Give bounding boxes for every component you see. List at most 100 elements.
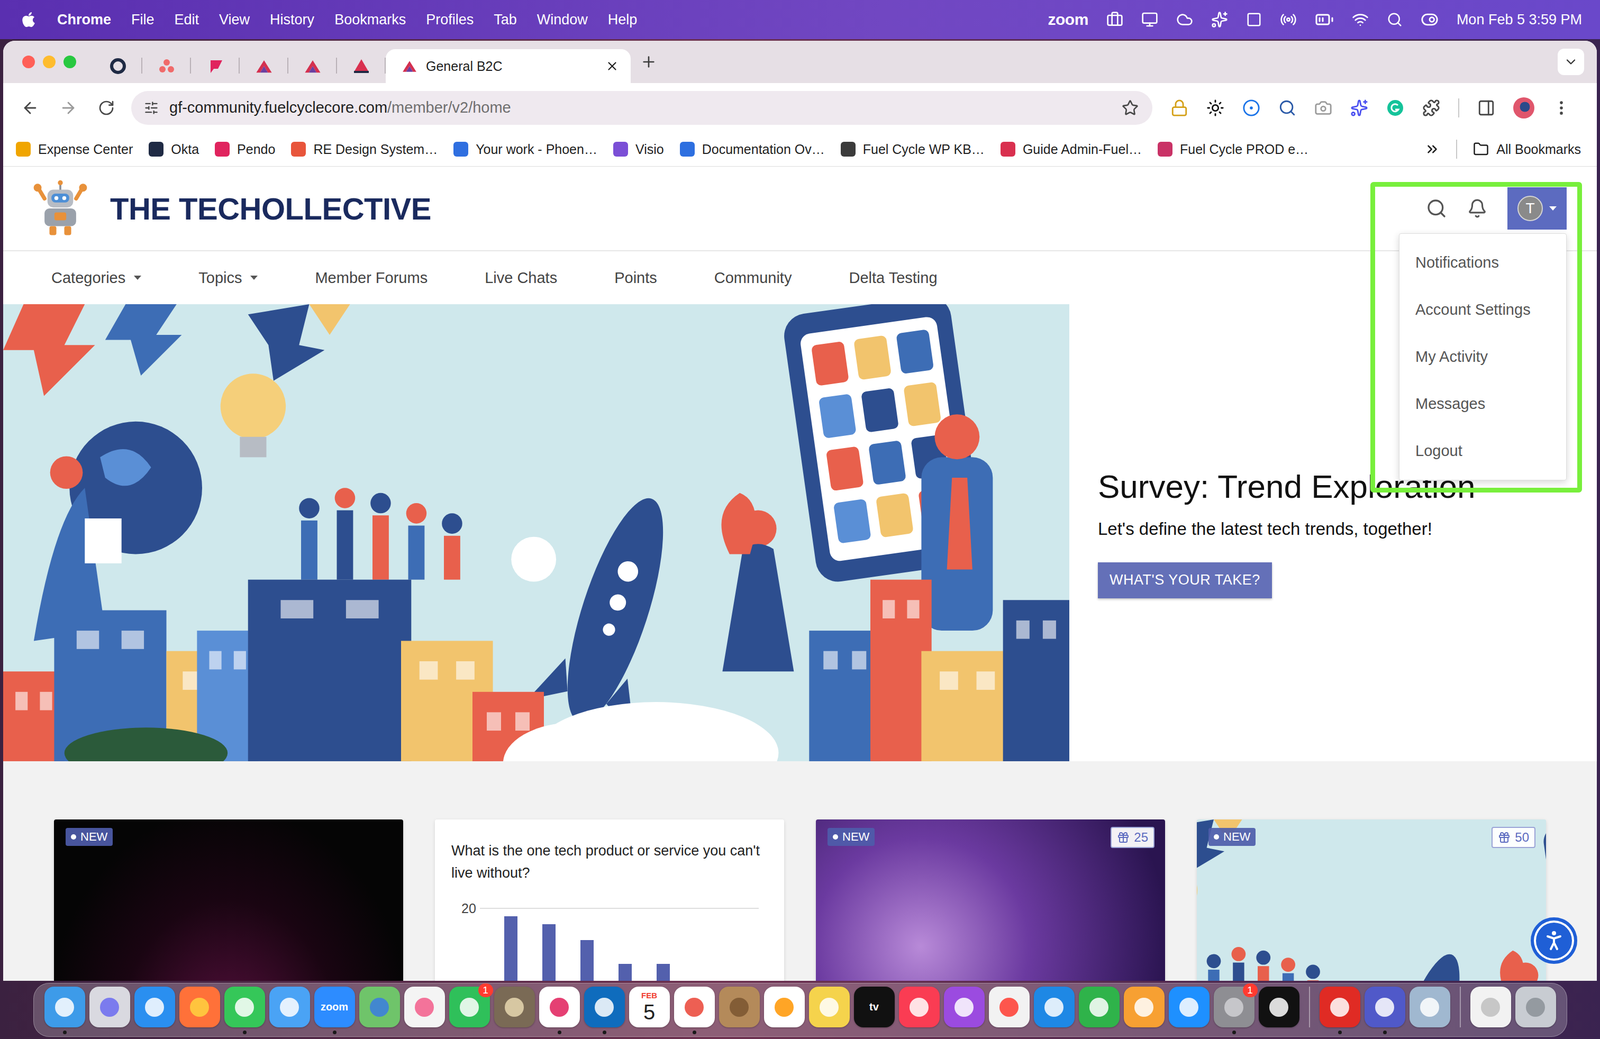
dock-app-icon[interactable] [224,986,266,1028]
nav-item[interactable]: Live Chats [484,269,558,287]
dropdown-item[interactable]: Logout [1399,427,1567,475]
dock-app-icon[interactable] [269,986,311,1028]
menu-item[interactable]: Help [607,11,638,29]
reload-button[interactable] [93,94,120,122]
bookmark[interactable]: Expense Center [15,141,133,158]
browser-tab[interactable]: General B2C [385,49,631,84]
bookmark[interactable]: Your work - Phoen… [453,141,598,158]
forward-button[interactable] [55,94,82,122]
airdrop-icon[interactable] [1279,11,1297,29]
tab-search-button[interactable] [1557,48,1585,76]
menu-item[interactable]: Edit [174,11,200,29]
dropdown-item[interactable]: Messages [1399,380,1567,428]
more-bookmarks-icon[interactable] [1424,141,1441,158]
dock-app-icon[interactable] [1409,986,1451,1028]
activity-card[interactable]: What is the one tech product or service … [434,819,785,981]
spotlight-icon[interactable] [1386,11,1403,28]
menu-item[interactable]: File [131,11,155,29]
bookmark[interactable]: Fuel Cycle PROD e… [1157,141,1309,158]
hero-button[interactable]: WHAT'S YOUR TAKE? [1097,562,1272,599]
activity-card[interactable]: NEW25 [815,819,1166,981]
bookmark[interactable]: Guide Admin-Fuel… [1000,141,1142,158]
extension-icon[interactable] [1278,98,1297,117]
back-button[interactable] [16,94,44,122]
dropdown-item[interactable]: My Activity [1399,333,1567,381]
control-center-icon[interactable] [1420,10,1439,29]
dock-app-icon[interactable] [179,986,221,1028]
menu-item[interactable]: Window [537,11,588,29]
search-icon[interactable] [1425,197,1448,220]
nav-item[interactable]: Delta Testing [848,269,938,287]
nav-item[interactable]: Member Forums [314,269,428,287]
menu-item[interactable]: History [269,11,315,29]
all-bookmarks[interactable]: All Bookmarks [1473,141,1581,158]
dock-app-icon[interactable] [1258,986,1300,1028]
bookmark[interactable]: Visio [613,141,665,158]
side-panel-icon[interactable] [1477,98,1496,117]
bookmark[interactable]: Fuel Cycle WP KB… [840,141,985,158]
dock-app-icon[interactable]: zoom [314,986,356,1028]
new-tab-button[interactable] [640,53,658,71]
dock-app-icon[interactable] [1364,986,1406,1028]
dock-app-icon[interactable] [1168,986,1210,1028]
pinned-tab[interactable] [239,49,289,84]
grammarly-icon[interactable] [1386,98,1405,117]
menu-item[interactable]: Tab [493,11,517,29]
address-bar[interactable]: gf-community.fuelcyclecore.com/member/v2… [131,91,1153,125]
dock-app-icon[interactable]: FEB5 [629,986,670,1028]
dock-app-icon[interactable] [898,986,940,1028]
nav-item[interactable]: Points [614,269,658,287]
menu-item[interactable]: View [219,11,250,29]
clock[interactable]: Mon Feb 5 3:59 PM [1456,11,1583,29]
user-menu-button[interactable]: T [1507,187,1567,230]
menu-item[interactable]: Bookmarks [334,11,406,29]
dock-app-icon[interactable] [988,986,1030,1028]
dock-app-icon[interactable] [674,986,715,1028]
dock-app-icon[interactable]: 1 [1213,986,1255,1028]
pinned-tab[interactable] [93,49,143,84]
nav-item[interactable]: Categories [51,269,142,287]
dock-app-icon[interactable] [494,986,535,1028]
dock-app-icon[interactable] [89,986,131,1028]
password-extension-icon[interactable] [1170,98,1189,117]
dock-app-icon[interactable] [808,986,850,1028]
profile-avatar[interactable] [1513,97,1535,119]
accessibility-button[interactable] [1530,917,1578,965]
site-info-icon[interactable] [143,100,159,116]
pinned-tab[interactable] [337,49,386,84]
dock-app-icon[interactable]: 1 [449,986,490,1028]
display-icon[interactable] [1141,11,1159,29]
dock-app-icon[interactable] [584,986,625,1028]
bookmark[interactable]: Pendo [214,141,276,158]
nav-item[interactable]: Community [714,269,793,287]
dropdown-item[interactable]: Account Settings [1399,286,1567,334]
extension-icon[interactable] [1242,98,1261,117]
dock-app-icon[interactable] [1515,986,1557,1028]
pinned-tab[interactable] [142,49,192,84]
battery-icon[interactable] [1314,10,1334,30]
dock-app-icon[interactable] [1319,986,1361,1028]
camera-extension-icon[interactable] [1314,98,1333,117]
bookmark[interactable]: Documentation Ov… [679,141,825,158]
extension-icon[interactable] [1211,11,1229,29]
app-status-icon[interactable] [1246,11,1262,28]
dock-app-icon[interactable] [44,986,86,1028]
menu-item[interactable]: Profiles [425,11,474,29]
extension-icon[interactable] [1350,98,1369,117]
pinned-tab[interactable] [191,49,240,84]
app-menu[interactable]: Chrome [57,11,112,29]
bookmark[interactable]: Okta [148,141,199,158]
dock-app-icon[interactable] [539,986,580,1028]
dock-app-icon[interactable] [359,986,400,1028]
dock-app-icon[interactable] [1033,986,1075,1028]
dock-app-icon[interactable]: tv [853,986,895,1028]
extension-icon[interactable] [1206,98,1225,117]
chrome-menu-icon[interactable] [1552,98,1571,117]
dock-app-icon[interactable] [943,986,985,1028]
minimize-button[interactable] [42,55,56,69]
close-tab-icon[interactable] [605,59,620,74]
brand-title[interactable]: THE TECHOLLECTIVE [110,191,432,227]
apple-icon[interactable] [20,11,38,29]
dock-app-icon[interactable] [134,986,176,1028]
dock-app-icon[interactable] [1470,986,1512,1028]
